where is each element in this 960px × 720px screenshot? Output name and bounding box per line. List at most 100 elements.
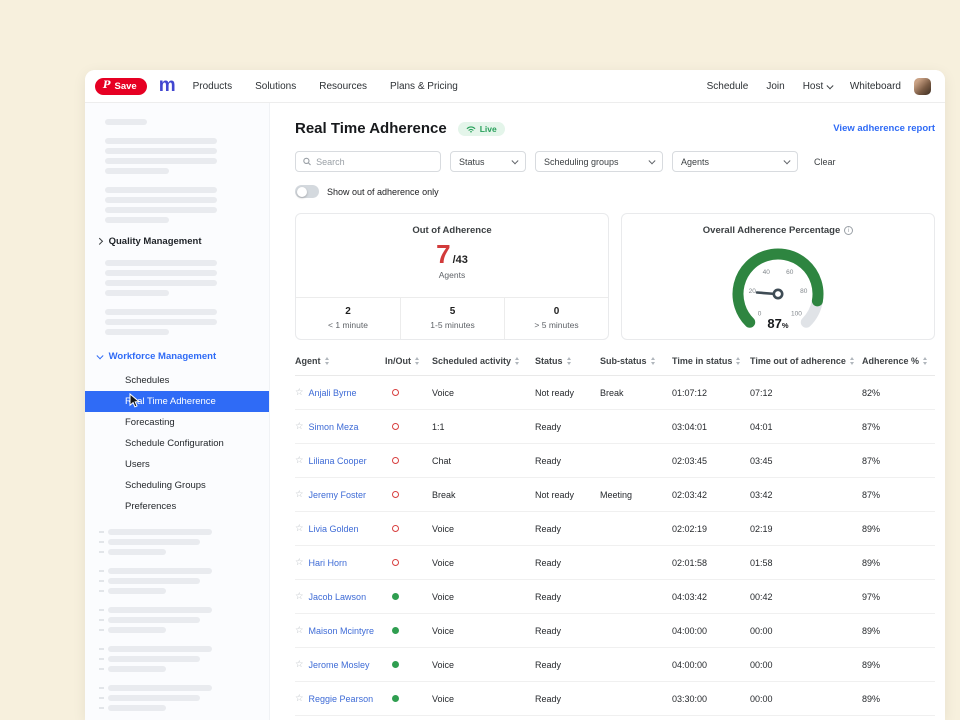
pinterest-save-label: Save — [115, 81, 137, 92]
sort-icon[interactable] — [923, 357, 927, 365]
sidebar-item-users[interactable]: Users — [85, 454, 269, 475]
agent-link[interactable]: Jerome Mosley — [309, 660, 370, 670]
nav-item-host[interactable]: Host — [803, 81, 832, 92]
table-row[interactable]: ☆Hari HornVoiceReady02:01:5801:5889% — [295, 546, 935, 580]
sort-icon[interactable] — [736, 357, 740, 365]
view-adherence-report-link[interactable]: View adherence report — [833, 123, 935, 134]
count-total: /43 — [453, 254, 468, 266]
agent-link[interactable]: Anjali Byrne — [309, 388, 357, 398]
agents-dropdown[interactable]: Agents — [672, 151, 798, 172]
table-row[interactable]: ☆Livia GoldenVoiceReady02:02:1902:1989% — [295, 512, 935, 546]
toggle-row: Show out of adherence only — [295, 185, 935, 198]
star-icon[interactable]: ☆ — [295, 455, 304, 466]
sidebar-item-preferences[interactable]: Preferences — [85, 496, 269, 517]
agent-link[interactable]: Maison Mcintyre — [309, 626, 375, 636]
nav-item-schedule[interactable]: Schedule — [707, 81, 749, 92]
sidebar-item-schedule-configuration[interactable]: Schedule Configuration — [85, 433, 269, 454]
skeleton-row — [99, 705, 269, 711]
table-row[interactable]: ☆Simon Meza1:1Ready03:04:0104:0187% — [295, 410, 935, 444]
agent-cell: ☆ Maison Mcintyre — [295, 625, 385, 636]
nav-item-whiteboard[interactable]: Whiteboard — [850, 81, 901, 92]
skeleton-group — [85, 309, 269, 335]
wm-items: SchedulesReal Time Adherence Forecasting… — [85, 370, 269, 517]
app-logo[interactable]: m — [159, 76, 175, 95]
sort-icon[interactable] — [325, 357, 329, 365]
star-icon[interactable]: ☆ — [295, 421, 304, 432]
skeleton-row — [99, 588, 269, 594]
agent-link[interactable]: Simon Meza — [309, 422, 359, 432]
clear-filters-button[interactable]: Clear — [814, 157, 836, 167]
column-header-in-out[interactable]: In/Out — [385, 356, 432, 366]
avatar[interactable] — [914, 78, 931, 95]
agent-cell: ☆ Hari Horn — [295, 557, 385, 568]
column-header-scheduled-activity[interactable]: Scheduled activity — [432, 356, 535, 366]
column-header-time-in-status[interactable]: Time in status — [672, 356, 750, 366]
sidebar-item-forecasting[interactable]: Forecasting — [85, 412, 269, 433]
scheduled-activity-cell: Voice — [432, 592, 535, 602]
sidebar-item-quality-management[interactable]: Quality Management — [85, 236, 269, 247]
sidebar-item-real-time-adherence[interactable]: Real Time Adherence — [85, 391, 269, 412]
column-header-time-out-of-adherence[interactable]: Time out of adherence — [750, 356, 862, 366]
table-row[interactable]: ☆Anjali ByrneVoiceNot readyBreak01:07:12… — [295, 376, 935, 410]
sort-icon[interactable] — [567, 357, 571, 365]
star-icon[interactable]: ☆ — [295, 693, 304, 704]
sidebar-section-label: Workforce Management — [109, 351, 217, 362]
column-header-sub-status[interactable]: Sub-status — [600, 356, 672, 366]
scheduling-groups-dropdown[interactable]: Scheduling groups — [535, 151, 663, 172]
nav-item-join[interactable]: Join — [766, 81, 784, 92]
column-header-adherence[interactable]: Adherence % — [862, 356, 935, 366]
skeleton-dash — [99, 541, 104, 543]
star-icon[interactable]: ☆ — [295, 523, 304, 534]
skeleton-bar — [108, 627, 166, 633]
info-icon[interactable]: i — [844, 226, 853, 235]
nav-item-resources[interactable]: Resources — [319, 81, 367, 92]
time-out-adherence-cell: 00:00 — [750, 660, 862, 670]
adherence-only-toggle[interactable] — [295, 185, 319, 198]
skeleton-dash — [99, 648, 104, 650]
adherence-cell: 89% — [862, 558, 935, 568]
sidebar-item-schedules[interactable]: Schedules — [85, 370, 269, 391]
nav-item-solutions[interactable]: Solutions — [255, 81, 296, 92]
skeleton-dash — [99, 687, 104, 689]
inout-cell — [385, 660, 432, 670]
agent-link[interactable]: Jeremy Foster — [309, 490, 367, 500]
sort-icon[interactable] — [515, 357, 519, 365]
table-row[interactable]: ☆Reggie PearsonVoiceReady03:30:0000:0089… — [295, 682, 935, 716]
status-dropdown[interactable]: Status — [450, 151, 526, 172]
star-icon[interactable]: ☆ — [295, 659, 304, 670]
star-icon[interactable]: ☆ — [295, 387, 304, 398]
column-header-agent[interactable]: Agent — [295, 356, 385, 366]
column-label: In/Out — [385, 356, 411, 366]
table-row[interactable]: ☆Jeremy FosterBreakNot readyMeeting02:03… — [295, 478, 935, 512]
table-row[interactable]: ☆Liliana CooperChatReady02:03:4503:4587% — [295, 444, 935, 478]
chevron-down-icon — [649, 158, 655, 164]
star-icon[interactable]: ☆ — [295, 557, 304, 568]
star-icon[interactable]: ☆ — [295, 489, 304, 500]
time-out-adherence-cell: 00:00 — [750, 694, 862, 704]
sort-icon[interactable] — [651, 357, 655, 365]
agents-table: AgentIn/Out Scheduled activityStatusSub-s… — [295, 356, 935, 716]
status-cell: Not ready — [535, 490, 600, 500]
star-icon[interactable]: ☆ — [295, 591, 304, 602]
column-header-status[interactable]: Status — [535, 356, 600, 366]
agent-link[interactable]: Livia Golden — [309, 524, 359, 534]
sort-icon[interactable] — [415, 357, 419, 365]
agent-link[interactable]: Jacob Lawson — [309, 592, 367, 602]
pinterest-save-button[interactable]: P Save — [95, 78, 147, 95]
sort-icon[interactable] — [850, 357, 854, 365]
sidebar-item-scheduling-groups[interactable]: Scheduling Groups — [85, 475, 269, 496]
nav-item-products[interactable]: Products — [193, 81, 232, 92]
star-icon[interactable]: ☆ — [295, 625, 304, 636]
table-row[interactable]: ☆Jerome MosleyVoiceReady04:00:0000:0089% — [295, 648, 935, 682]
sidebar-item-workforce-management[interactable]: Workforce Management — [85, 351, 269, 362]
column-label: Time out of adherence — [750, 356, 846, 366]
agent-link[interactable]: Hari Horn — [309, 558, 348, 568]
agent-link[interactable]: Reggie Pearson — [309, 694, 374, 704]
adherence-cell: 89% — [862, 660, 935, 670]
agent-link[interactable]: Liliana Cooper — [309, 456, 367, 466]
nav-item-plans-pricing[interactable]: Plans & Pricing — [390, 81, 458, 92]
top-navigation: P Save m Products Solutions Resources Plans… — [85, 70, 945, 103]
table-row[interactable]: ☆Maison McintyreVoiceReady04:00:0000:008… — [295, 614, 935, 648]
table-row[interactable]: ☆Jacob LawsonVoiceReady04:03:4200:4297% — [295, 580, 935, 614]
search-input[interactable] — [316, 157, 433, 167]
